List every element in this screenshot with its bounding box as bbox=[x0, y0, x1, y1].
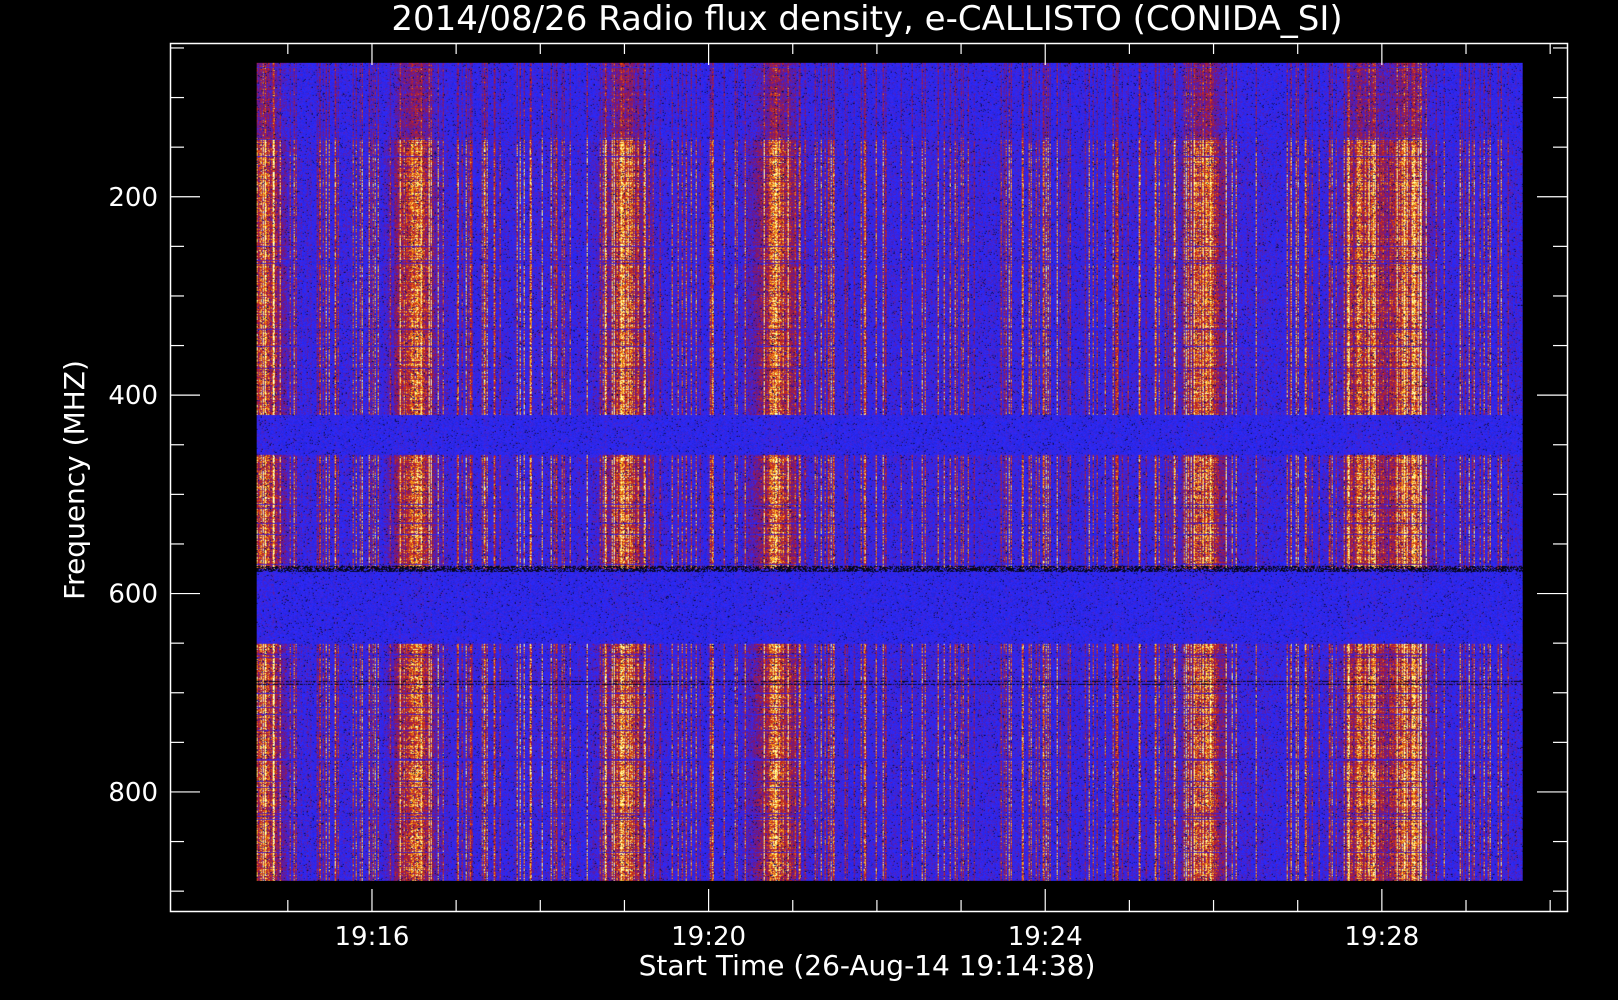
x-tick-label: 19:28 bbox=[1344, 922, 1419, 952]
spectrogram-figure: 2014/08/26 Radio flux density, e-CALLIST… bbox=[0, 0, 1618, 1000]
spectrogram-image bbox=[256, 62, 1523, 881]
spectrogram-heatmap bbox=[256, 62, 1523, 881]
x-axis-label: Start Time (26-Aug-14 19:14:38) bbox=[639, 949, 1096, 982]
x-tick-label: 19:24 bbox=[1008, 922, 1083, 952]
y-tick-label: 200 bbox=[108, 183, 158, 213]
y-tick-label: 400 bbox=[108, 381, 158, 411]
x-tick-label: 19:20 bbox=[671, 922, 746, 952]
y-axis-label: Frequency (MHZ) bbox=[58, 360, 91, 600]
y-tick-label: 800 bbox=[108, 778, 158, 808]
chart-title: 2014/08/26 Radio flux density, e-CALLIST… bbox=[391, 0, 1342, 39]
y-tick-label: 600 bbox=[108, 580, 158, 610]
x-tick-label: 19:16 bbox=[335, 922, 410, 952]
